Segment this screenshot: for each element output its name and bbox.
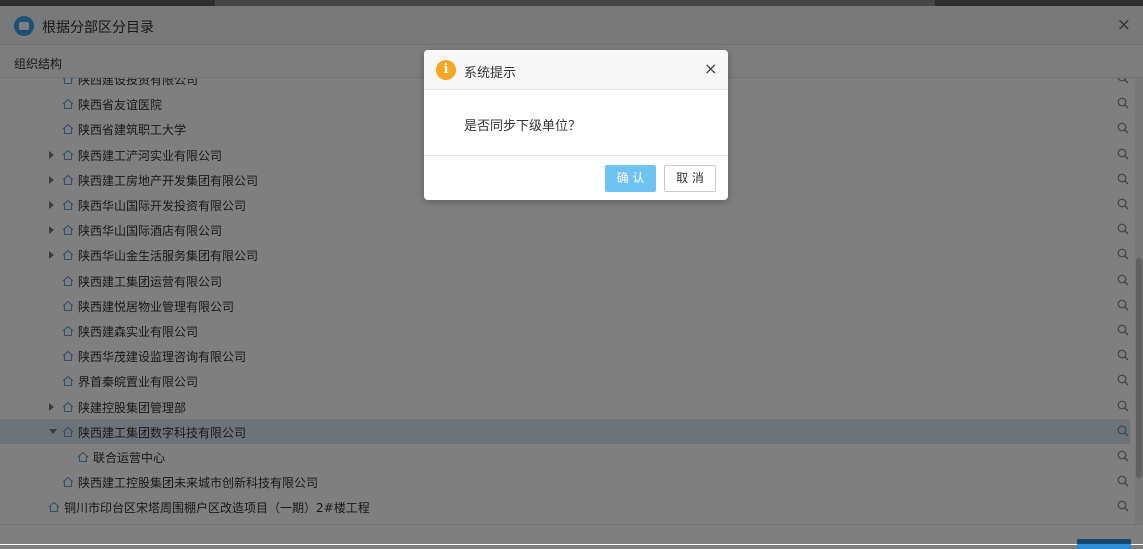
dialog-footer: 确 认 取 消	[424, 155, 728, 200]
dialog-message: 是否同步下级单位？	[464, 119, 582, 134]
dialog-close-icon[interactable]: ×	[704, 59, 717, 78]
info-icon: i	[436, 60, 456, 80]
confirm-button[interactable]: 确 认	[605, 165, 656, 192]
dialog-header: i 系统提示 ×	[424, 50, 728, 90]
system-prompt-dialog: i 系统提示 × 是否同步下级单位？ 确 认 取 消	[424, 50, 728, 200]
dialog-title: 系统提示	[464, 66, 517, 81]
cancel-button[interactable]: 取 消	[664, 165, 716, 192]
